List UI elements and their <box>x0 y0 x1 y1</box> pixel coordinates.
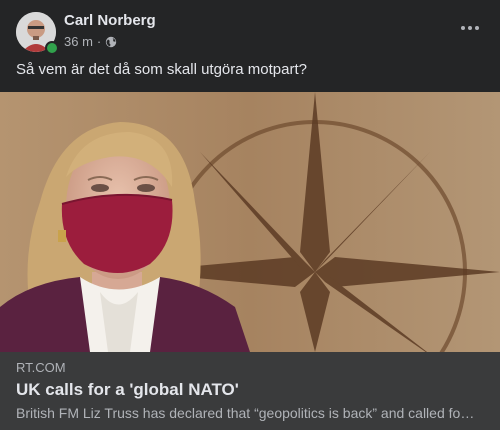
link-domain: RT.COM <box>16 360 66 375</box>
post-text: Så vem är det då som skall utgöra motpar… <box>16 61 307 78</box>
more-horizontal-icon <box>461 26 465 30</box>
post-timestamp[interactable]: 36 m <box>64 34 93 50</box>
meta-separator: · <box>96 34 102 49</box>
link-preview-footer[interactable]: RT.COM UK calls for a 'global NATO' Brit… <box>0 352 500 430</box>
link-preview-image[interactable] <box>0 92 500 352</box>
author-name[interactable]: Carl Norberg <box>64 12 156 30</box>
link-title[interactable]: UK calls for a 'global NATO' <box>16 379 239 401</box>
post-header: Carl Norberg 36 m · <box>16 12 484 55</box>
post-card: Carl Norberg 36 m · Så vem är det då som… <box>0 0 500 430</box>
more-horizontal-icon-dot <box>475 26 479 30</box>
article-photo <box>0 92 500 352</box>
post-meta: 36 m · <box>64 34 117 50</box>
online-status-dot <box>45 41 59 55</box>
more-horizontal-icon-dot <box>468 26 472 30</box>
more-options-button[interactable] <box>456 18 484 38</box>
globe-icon <box>106 36 117 48</box>
link-description: British FM Liz Truss has declared that “… <box>16 405 478 421</box>
